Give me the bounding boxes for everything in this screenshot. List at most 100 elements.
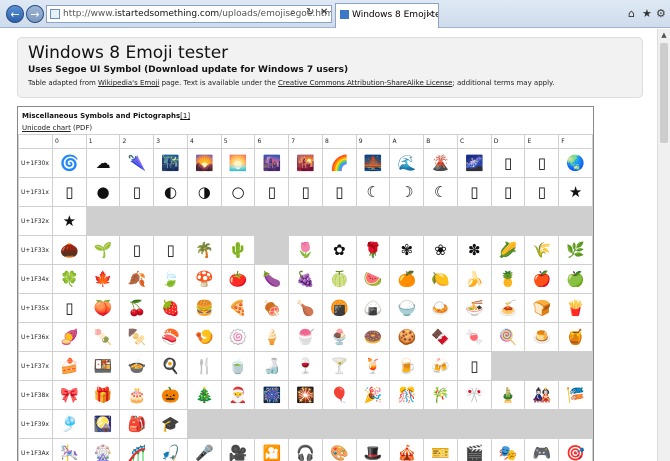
scroll-up-icon[interactable]: ▲: [658, 29, 670, 41]
emoji-cell: ▯: [254, 177, 290, 207]
emoji-cell: 🍔: [186, 293, 222, 323]
scroll-thumb[interactable]: [660, 43, 668, 143]
unassigned-fill: [490, 351, 594, 381]
unicode-chart-link[interactable]: Unicode chart: [22, 124, 71, 132]
footnote-ref-link[interactable]: [1]: [180, 112, 190, 120]
table-row: U+1F35x ▯ 🍑 🍒 🍓 🍔 🍕 🍖 🍗 🍘 🍙 🍚 🍛 🍜 🍝 🍞 🍟: [18, 293, 593, 323]
emoji-glyph: ▯: [132, 240, 141, 259]
back-button[interactable]: ←: [6, 5, 24, 23]
note-text-3: ; additional terms may apply.: [452, 79, 555, 87]
emoji-glyph: 🍀: [60, 269, 79, 288]
row-label: U+1F32x: [18, 206, 53, 236]
emoji-cell: 🍫: [423, 322, 458, 352]
emoji-glyph: 🍂: [127, 269, 147, 288]
emoji-cell: 🍁: [85, 264, 121, 294]
emoji-cell: 🎎: [524, 380, 560, 410]
tools-icon[interactable]: ⚙: [656, 6, 666, 22]
table-row: U+1F31x ▯ ● ▯ ◐ ◑ ○ ▯ ▯ ▯ ☾ ☽ ☾ ▯ ▯ ▯ ★: [18, 177, 593, 207]
emoji-glyph: 🎯: [566, 443, 585, 461]
emoji-cell: 🎍: [490, 380, 526, 410]
emoji-cell: 🍹: [355, 351, 391, 381]
row-label: U+1F34x: [18, 264, 53, 294]
column-header: D: [490, 134, 526, 149]
column-header: 2: [119, 134, 155, 149]
emoji-glyph: 🌌: [465, 153, 484, 172]
emoji-glyph: ▯: [65, 182, 74, 201]
emoji-cell: 🎉: [355, 380, 391, 410]
emoji-cell: 🍃: [153, 264, 188, 294]
emoji-cell: 🌌: [456, 148, 492, 178]
column-header: E: [524, 134, 560, 149]
emoji-cell: ▯: [524, 177, 560, 207]
emoji-cell: 🎣: [153, 438, 188, 461]
page-icon: [50, 9, 60, 19]
column-header: 6: [254, 134, 290, 149]
emoji-glyph: 🍋: [431, 269, 450, 288]
emoji-cell: ▯: [490, 148, 526, 178]
emoji-cell: 🌹: [355, 235, 391, 265]
emoji-glyph: 🌈: [330, 153, 349, 172]
emoji-cell: ●: [85, 177, 121, 207]
emoji-glyph: 🍍: [498, 269, 518, 288]
refresh-icon[interactable]: ↻: [306, 4, 314, 22]
emoji-cell: 🍙: [355, 293, 391, 323]
emoji-cell: 🍷: [288, 351, 323, 381]
emoji-cell: 🍒: [119, 293, 155, 323]
emoji-glyph: ☾: [366, 182, 380, 201]
stop-icon[interactable]: ✕: [320, 4, 328, 22]
table-row: U+1F38x 🎀 🎁 🎂 🎃 🎄 🎅 🎆 🎇 🎈 🎉 🎊 🎋 🎌 🎍 🎎 🎏: [18, 380, 593, 410]
emoji-glyph: 🎪: [397, 443, 417, 461]
emoji-glyph: 🎢: [127, 443, 147, 461]
emoji-glyph: 🌰: [60, 240, 79, 259]
emoji-glyph: 🍒: [127, 298, 147, 317]
emoji-cell: 🍯: [558, 322, 593, 352]
emoji-cell: 🍡: [85, 322, 121, 352]
table-caption-text: Miscellaneous Symbols and Pictographs: [22, 112, 181, 120]
favorites-icon[interactable]: ★: [642, 6, 652, 22]
emoji-glyph: 🎆: [262, 385, 282, 404]
emoji-cell: 🌷: [288, 235, 323, 265]
emoji-cell: 🎋: [423, 380, 458, 410]
emoji-glyph: 🍪: [397, 327, 417, 346]
emoji-glyph: 🍭: [498, 327, 518, 346]
emoji-glyph: ❀: [434, 240, 447, 259]
emoji-glyph: 🎁: [93, 385, 113, 404]
url-prefix: http://www.: [63, 9, 115, 19]
emoji-glyph: ✽: [468, 240, 481, 259]
emoji-glyph: 🍟: [566, 298, 585, 317]
emoji-glyph: 🍤: [195, 327, 214, 346]
emoji-cell: 🍂: [119, 264, 155, 294]
column-header: 9: [355, 134, 391, 149]
row-label: U+1F35x: [18, 293, 53, 323]
emoji-glyph: 🍷: [296, 356, 315, 375]
emoji-cell: 🍅: [220, 264, 256, 294]
emoji-cell: 🍌: [456, 264, 492, 294]
emoji-glyph: 🎤: [195, 443, 214, 461]
emoji-cell: ✽: [456, 235, 492, 265]
column-header: B: [423, 134, 458, 149]
emoji-glyph: 🌅: [228, 153, 248, 172]
emoji-cell: 🍕: [220, 293, 256, 323]
emoji-cell: 🎂: [119, 380, 155, 410]
emoji-glyph: 🍵: [228, 356, 248, 375]
search-icon[interactable]: ⌕: [290, 4, 296, 22]
emoji-cell: 🌾: [524, 235, 560, 265]
emoji-glyph: 🍦: [262, 327, 282, 346]
tab-close-icon[interactable]: ×: [426, 4, 434, 26]
tab-favicon-icon: [340, 10, 349, 19]
emoji-glyph: ▯: [537, 153, 546, 172]
browser-tab[interactable]: Windows 8 Emoji tester ×: [335, 3, 439, 28]
wikipedia-emoji-link[interactable]: Wikipedia's Emoji: [98, 79, 159, 87]
emoji-glyph: ▯: [301, 182, 310, 201]
emoji-cell: 🍺: [389, 351, 425, 381]
emoji-cell: 🎭: [490, 438, 526, 461]
forward-button[interactable]: →: [26, 5, 44, 23]
column-header: C: [456, 134, 492, 149]
cc-license-link[interactable]: Creative Commons Attribution-ShareAlike …: [278, 79, 452, 87]
home-icon[interactable]: ⌂: [628, 6, 635, 22]
column-header: 5: [220, 134, 256, 149]
emoji-cell: 🌃: [153, 148, 188, 178]
emoji-glyph: 🎀: [60, 385, 79, 404]
emoji-cell: 🎑: [85, 409, 121, 439]
vertical-scrollbar[interactable]: ▲: [657, 29, 670, 461]
